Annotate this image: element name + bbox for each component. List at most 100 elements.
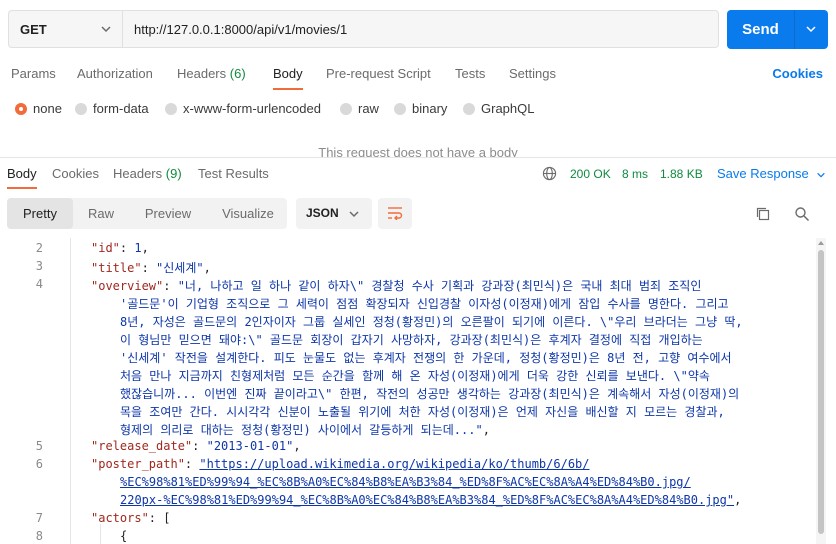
radio-icon xyxy=(340,102,352,115)
tab-settings[interactable]: Settings xyxy=(509,66,556,81)
line-number: 6 xyxy=(35,457,43,471)
response-size[interactable]: 1.88 KB xyxy=(660,167,703,181)
url-text: http://127.0.0.1:8000/api/v1/movies/1 xyxy=(134,21,348,37)
response-body-viewer[interactable]: 2 3 4 5 6 7 8 "id": 1, "title": "신세계", "… xyxy=(0,238,816,544)
view-visualize[interactable]: Visualize xyxy=(213,198,283,229)
cookies-link[interactable]: Cookies xyxy=(772,66,823,81)
code-line-poster-path: "poster_path": "https://upload.wikimedia… xyxy=(91,457,590,471)
radio-label: binary xyxy=(412,101,448,116)
json-key: "poster_path" xyxy=(91,457,185,471)
tab-pre-request-script[interactable]: Pre-request Script xyxy=(326,66,431,81)
save-response-button[interactable]: Save Response xyxy=(717,166,826,181)
format-select[interactable]: JSON xyxy=(296,198,372,229)
radio-none[interactable]: none xyxy=(15,101,62,116)
globe-icon[interactable] xyxy=(542,166,557,181)
tab-authorization[interactable]: Authorization xyxy=(77,66,153,81)
line-number: 2 xyxy=(35,241,43,255)
active-tab-indicator xyxy=(273,88,303,90)
tab-headers-label: Headers xyxy=(177,66,227,81)
response-tab-headers[interactable]: Headers (9) xyxy=(113,166,182,181)
json-value: "신세계" xyxy=(156,261,204,275)
response-time[interactable]: 8 ms xyxy=(622,167,648,181)
code-wrap-line: 형제의 의리로 대하는 정청(황정민) 사이에서 갈등하게 되는데...", xyxy=(120,423,490,437)
view-preview[interactable]: Preview xyxy=(133,198,203,229)
tab-tests[interactable]: Tests xyxy=(455,66,485,81)
code-line-title: "title": "신세계", xyxy=(91,261,211,275)
indent-guide xyxy=(70,238,71,544)
radio-label: x-www-form-urlencoded xyxy=(183,101,321,116)
radio-icon xyxy=(165,102,177,115)
chevron-down-icon xyxy=(101,26,111,33)
chevron-down-icon xyxy=(817,172,826,178)
line-number: 8 xyxy=(35,529,43,543)
json-value: 형제의 의리로 대하는 정청(황정민) 사이에서 갈등하게 되는데..." xyxy=(120,423,483,437)
send-label: Send xyxy=(742,21,779,38)
json-bracket: [ xyxy=(163,511,171,525)
response-active-tab-indicator xyxy=(7,187,37,189)
tab-headers[interactable]: Headers (6) xyxy=(177,66,246,81)
pane-divider[interactable] xyxy=(0,157,836,158)
method-select[interactable]: GET xyxy=(8,10,122,48)
code-wrap-line: 처음 만나 지금까지 친형제처럼 모든 순간을 함께 해 온 자성(이정재)에게… xyxy=(120,369,710,383)
chevron-down-icon[interactable] xyxy=(805,23,817,35)
radio-form-data[interactable]: form-data xyxy=(75,101,149,116)
code-wrap-line: '신세계' 작전을 설계한다. 피도 눈물도 없는 후계자 전쟁의 한 가운데,… xyxy=(120,351,732,365)
code-line-overview: "overview": "너, 나하고 일 하나 같이 하자\" 경찰청 수사 … xyxy=(91,279,702,293)
poster-url-link[interactable]: %EC%98%81%ED%99%94_%EC%8B%A0%EC%84%B8%EA… xyxy=(120,475,691,489)
radio-label: none xyxy=(33,101,62,116)
code-wrap-line: '골드문'이 기업형 조직으로 그 세력이 점점 확장되자 신입경찰 이자성(이… xyxy=(120,297,729,311)
body-type-options: none form-data x-www-form-urlencoded raw… xyxy=(0,101,836,121)
vertical-scrollbar[interactable] xyxy=(816,238,826,544)
radio-label: GraphQL xyxy=(481,101,535,116)
radio-binary[interactable]: binary xyxy=(394,101,447,116)
radio-raw[interactable]: raw xyxy=(340,101,379,116)
json-value: "2013-01-01" xyxy=(206,439,294,453)
url-input[interactable]: http://127.0.0.1:8000/api/v1/movies/1 xyxy=(122,10,719,48)
json-key: "overview" xyxy=(91,279,164,293)
radio-x-www-form-urlencoded[interactable]: x-www-form-urlencoded xyxy=(165,101,321,116)
search-icon[interactable] xyxy=(794,206,810,222)
save-response-label: Save Response xyxy=(717,166,809,181)
send-button[interactable]: Send xyxy=(727,10,828,49)
line-number: 5 xyxy=(35,439,43,453)
response-tab-cookies[interactable]: Cookies xyxy=(52,166,99,181)
json-key: "id" xyxy=(91,241,120,255)
json-value: "너, 나하고 일 하나 같이 하자\" 경찰청 수사 기획과 강과장(최민식)… xyxy=(177,279,702,293)
code-wrap-line: 목을 조여만 간다. 시시각각 신분이 노출될 위기에 처한 자성(이정재)은 … xyxy=(120,405,725,419)
radio-icon xyxy=(394,102,406,115)
tab-body[interactable]: Body xyxy=(273,66,303,81)
request-tabs: Params Authorization Headers (6) Body Pr… xyxy=(0,62,836,92)
view-mode-bar: Pretty Raw Preview Visualize xyxy=(7,198,287,229)
format-label: JSON xyxy=(306,206,339,220)
copy-icon[interactable] xyxy=(755,206,771,222)
no-body-message: This request does not have a body xyxy=(318,145,518,157)
code-line-id: "id": 1, xyxy=(91,241,149,255)
json-key: "actors" xyxy=(91,511,149,525)
response-tab-test-results[interactable]: Test Results xyxy=(198,166,269,181)
json-value: 1 xyxy=(134,241,142,255)
json-key: "title" xyxy=(91,261,142,275)
json-key: "release_date" xyxy=(91,439,193,453)
code-line-actors: "actors": [ xyxy=(91,511,171,525)
view-pretty[interactable]: Pretty xyxy=(7,198,73,229)
status-code[interactable]: 200 OK xyxy=(570,167,611,181)
response-tab-body[interactable]: Body xyxy=(7,166,37,181)
response-headers-label: Headers xyxy=(113,166,163,181)
poster-url-link[interactable]: 220px-%EC%98%81%ED%99%94_%EC%8B%A0%EC%84… xyxy=(120,493,734,507)
radio-icon xyxy=(75,102,87,115)
code-line-brace: { xyxy=(120,529,128,543)
tab-headers-count: (6) xyxy=(229,66,246,81)
tab-params[interactable]: Params xyxy=(11,66,56,81)
view-raw[interactable]: Raw xyxy=(77,198,125,229)
code-wrap-line: 이 형님만 믿으면 돼야:\" 골드문 회장이 갑자기 사망하자, 강과장(최민… xyxy=(120,333,703,347)
response-headers-count: (9) xyxy=(165,166,182,181)
scroll-up-arrow-icon[interactable] xyxy=(818,240,824,246)
radio-selected-icon xyxy=(15,102,27,115)
wrap-lines-button[interactable] xyxy=(378,198,412,229)
scrollbar-thumb[interactable] xyxy=(818,250,824,534)
poster-url-link[interactable]: "https://upload.wikimedia.org/wikipedia/… xyxy=(199,457,589,471)
code-wrap-line: 했잖습니까... 이번엔 진짜 끝이라고\" 한편, 작전의 성공만 생각하는 … xyxy=(120,387,740,401)
radio-graphql[interactable]: GraphQL xyxy=(463,101,534,116)
chevron-down-icon xyxy=(349,211,359,218)
method-label: GET xyxy=(20,21,47,37)
